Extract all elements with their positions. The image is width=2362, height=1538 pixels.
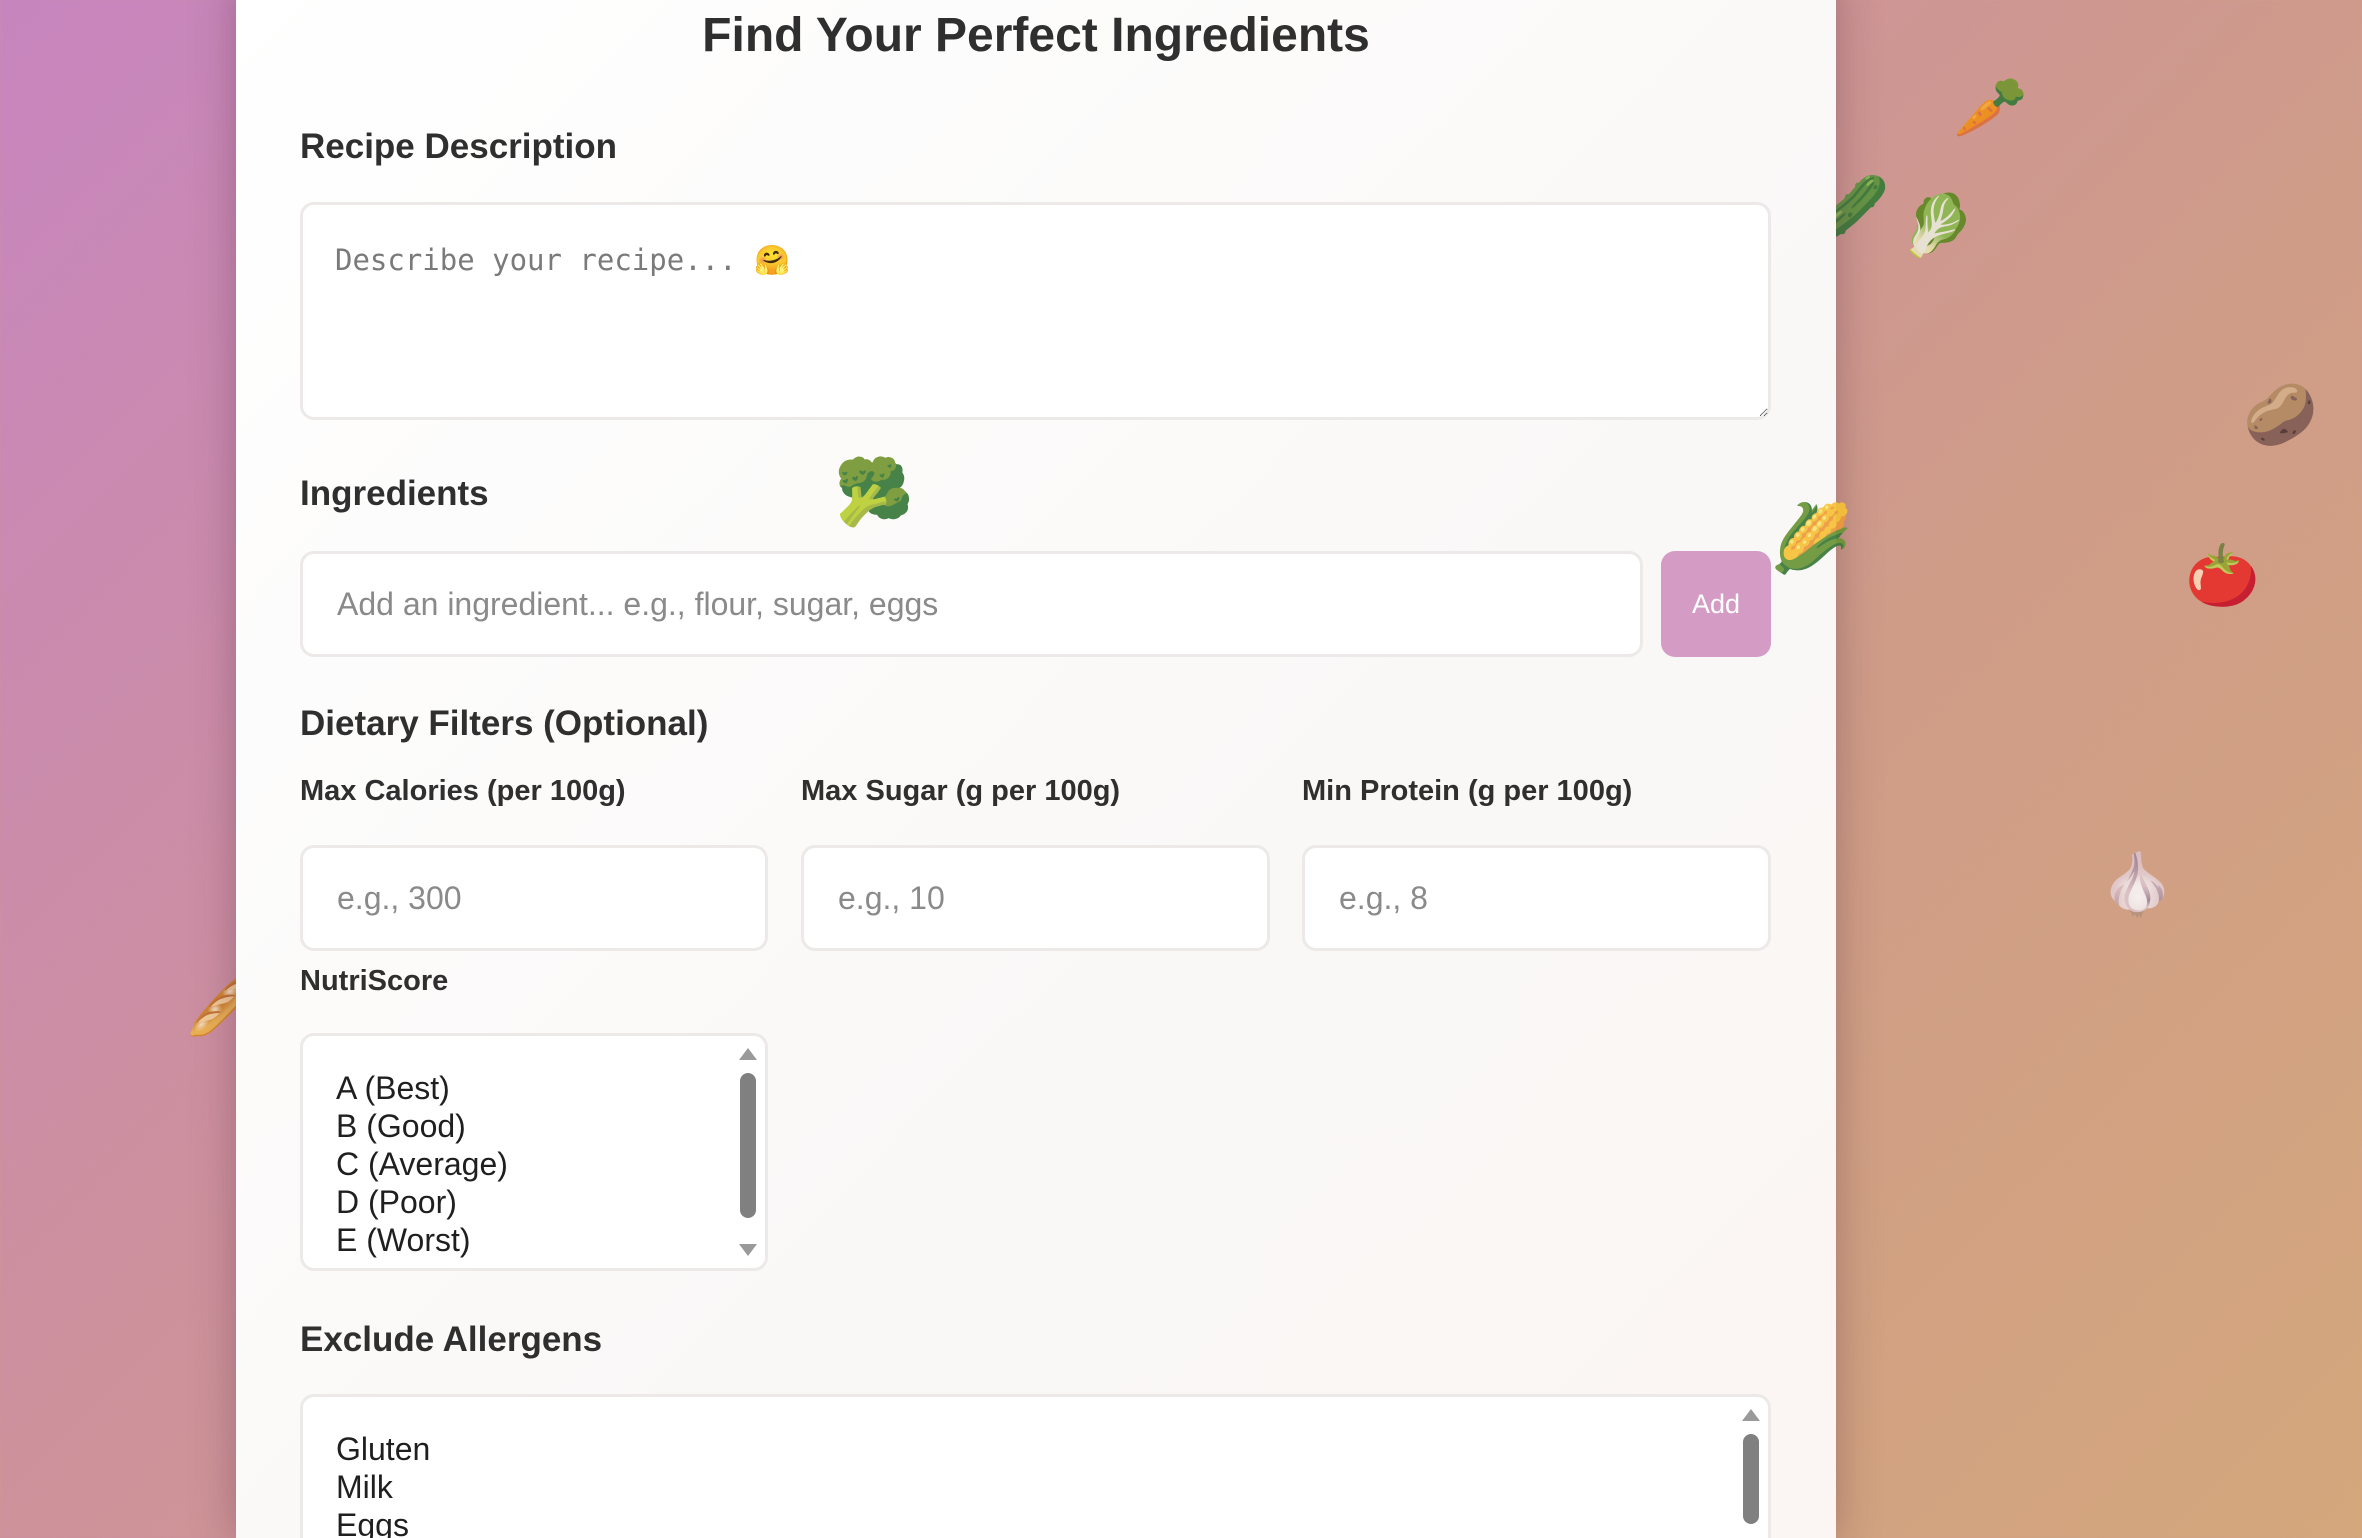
min-protein-label: Min Protein (g per 100g) <box>1302 775 1633 807</box>
tomato-icon: 🍅 <box>2185 542 2260 609</box>
allergens-select[interactable]: Gluten Milk Eggs <box>300 1394 1771 1538</box>
garlic-icon: 🧄 <box>2100 851 2175 918</box>
nutriscore-option-b[interactable]: B (Good) <box>336 1107 508 1145</box>
scroll-up-arrow-icon[interactable] <box>739 1048 757 1060</box>
scroll-thumb[interactable] <box>740 1073 756 1218</box>
page-title: Find Your Perfect Ingredients <box>702 9 1370 62</box>
ingredients-label: Ingredients <box>300 474 489 513</box>
allergen-option-milk[interactable]: Milk <box>336 1468 430 1506</box>
potato-icon: 🥔 <box>2243 381 2318 448</box>
nutriscore-select[interactable]: A (Best) B (Good) C (Average) D (Poor) E… <box>300 1033 768 1271</box>
scroll-up-arrow-icon[interactable] <box>1742 1409 1760 1421</box>
nutriscore-option-a[interactable]: A (Best) <box>336 1069 508 1107</box>
nutriscore-scrollbar[interactable] <box>735 1036 761 1268</box>
scroll-thumb[interactable] <box>1743 1434 1759 1524</box>
search-form-card: Find Your Perfect Ingredients Recipe Des… <box>236 0 1836 1538</box>
carrot-icon: 🥕 <box>1953 74 2028 141</box>
recipe-description-input[interactable] <box>300 202 1771 420</box>
max-calories-label: Max Calories (per 100g) <box>300 775 626 807</box>
nutriscore-option-d[interactable]: D (Poor) <box>336 1183 508 1221</box>
allergen-option-eggs[interactable]: Eggs <box>336 1506 430 1538</box>
nutriscore-option-e[interactable]: E (Worst) <box>336 1221 508 1259</box>
recipe-description-label: Recipe Description <box>300 127 618 166</box>
dietary-filters-heading: Dietary Filters (Optional) <box>300 704 709 743</box>
max-sugar-input[interactable] <box>801 845 1270 951</box>
ingredient-input[interactable] <box>300 551 1643 657</box>
allergen-option-gluten[interactable]: Gluten <box>336 1430 430 1468</box>
allergens-scrollbar[interactable] <box>1738 1397 1764 1538</box>
leafy-green-icon: 🥬 <box>1900 192 1975 259</box>
max-sugar-label: Max Sugar (g per 100g) <box>801 775 1121 807</box>
add-ingredient-button[interactable]: Add <box>1661 551 1771 657</box>
exclude-allergens-label: Exclude Allergens <box>300 1320 603 1359</box>
nutriscore-label: NutriScore <box>300 965 449 997</box>
min-protein-input[interactable] <box>1302 845 1771 951</box>
scroll-down-arrow-icon[interactable] <box>739 1244 757 1256</box>
nutriscore-option-c[interactable]: C (Average) <box>336 1145 508 1183</box>
max-calories-input[interactable] <box>300 845 768 951</box>
